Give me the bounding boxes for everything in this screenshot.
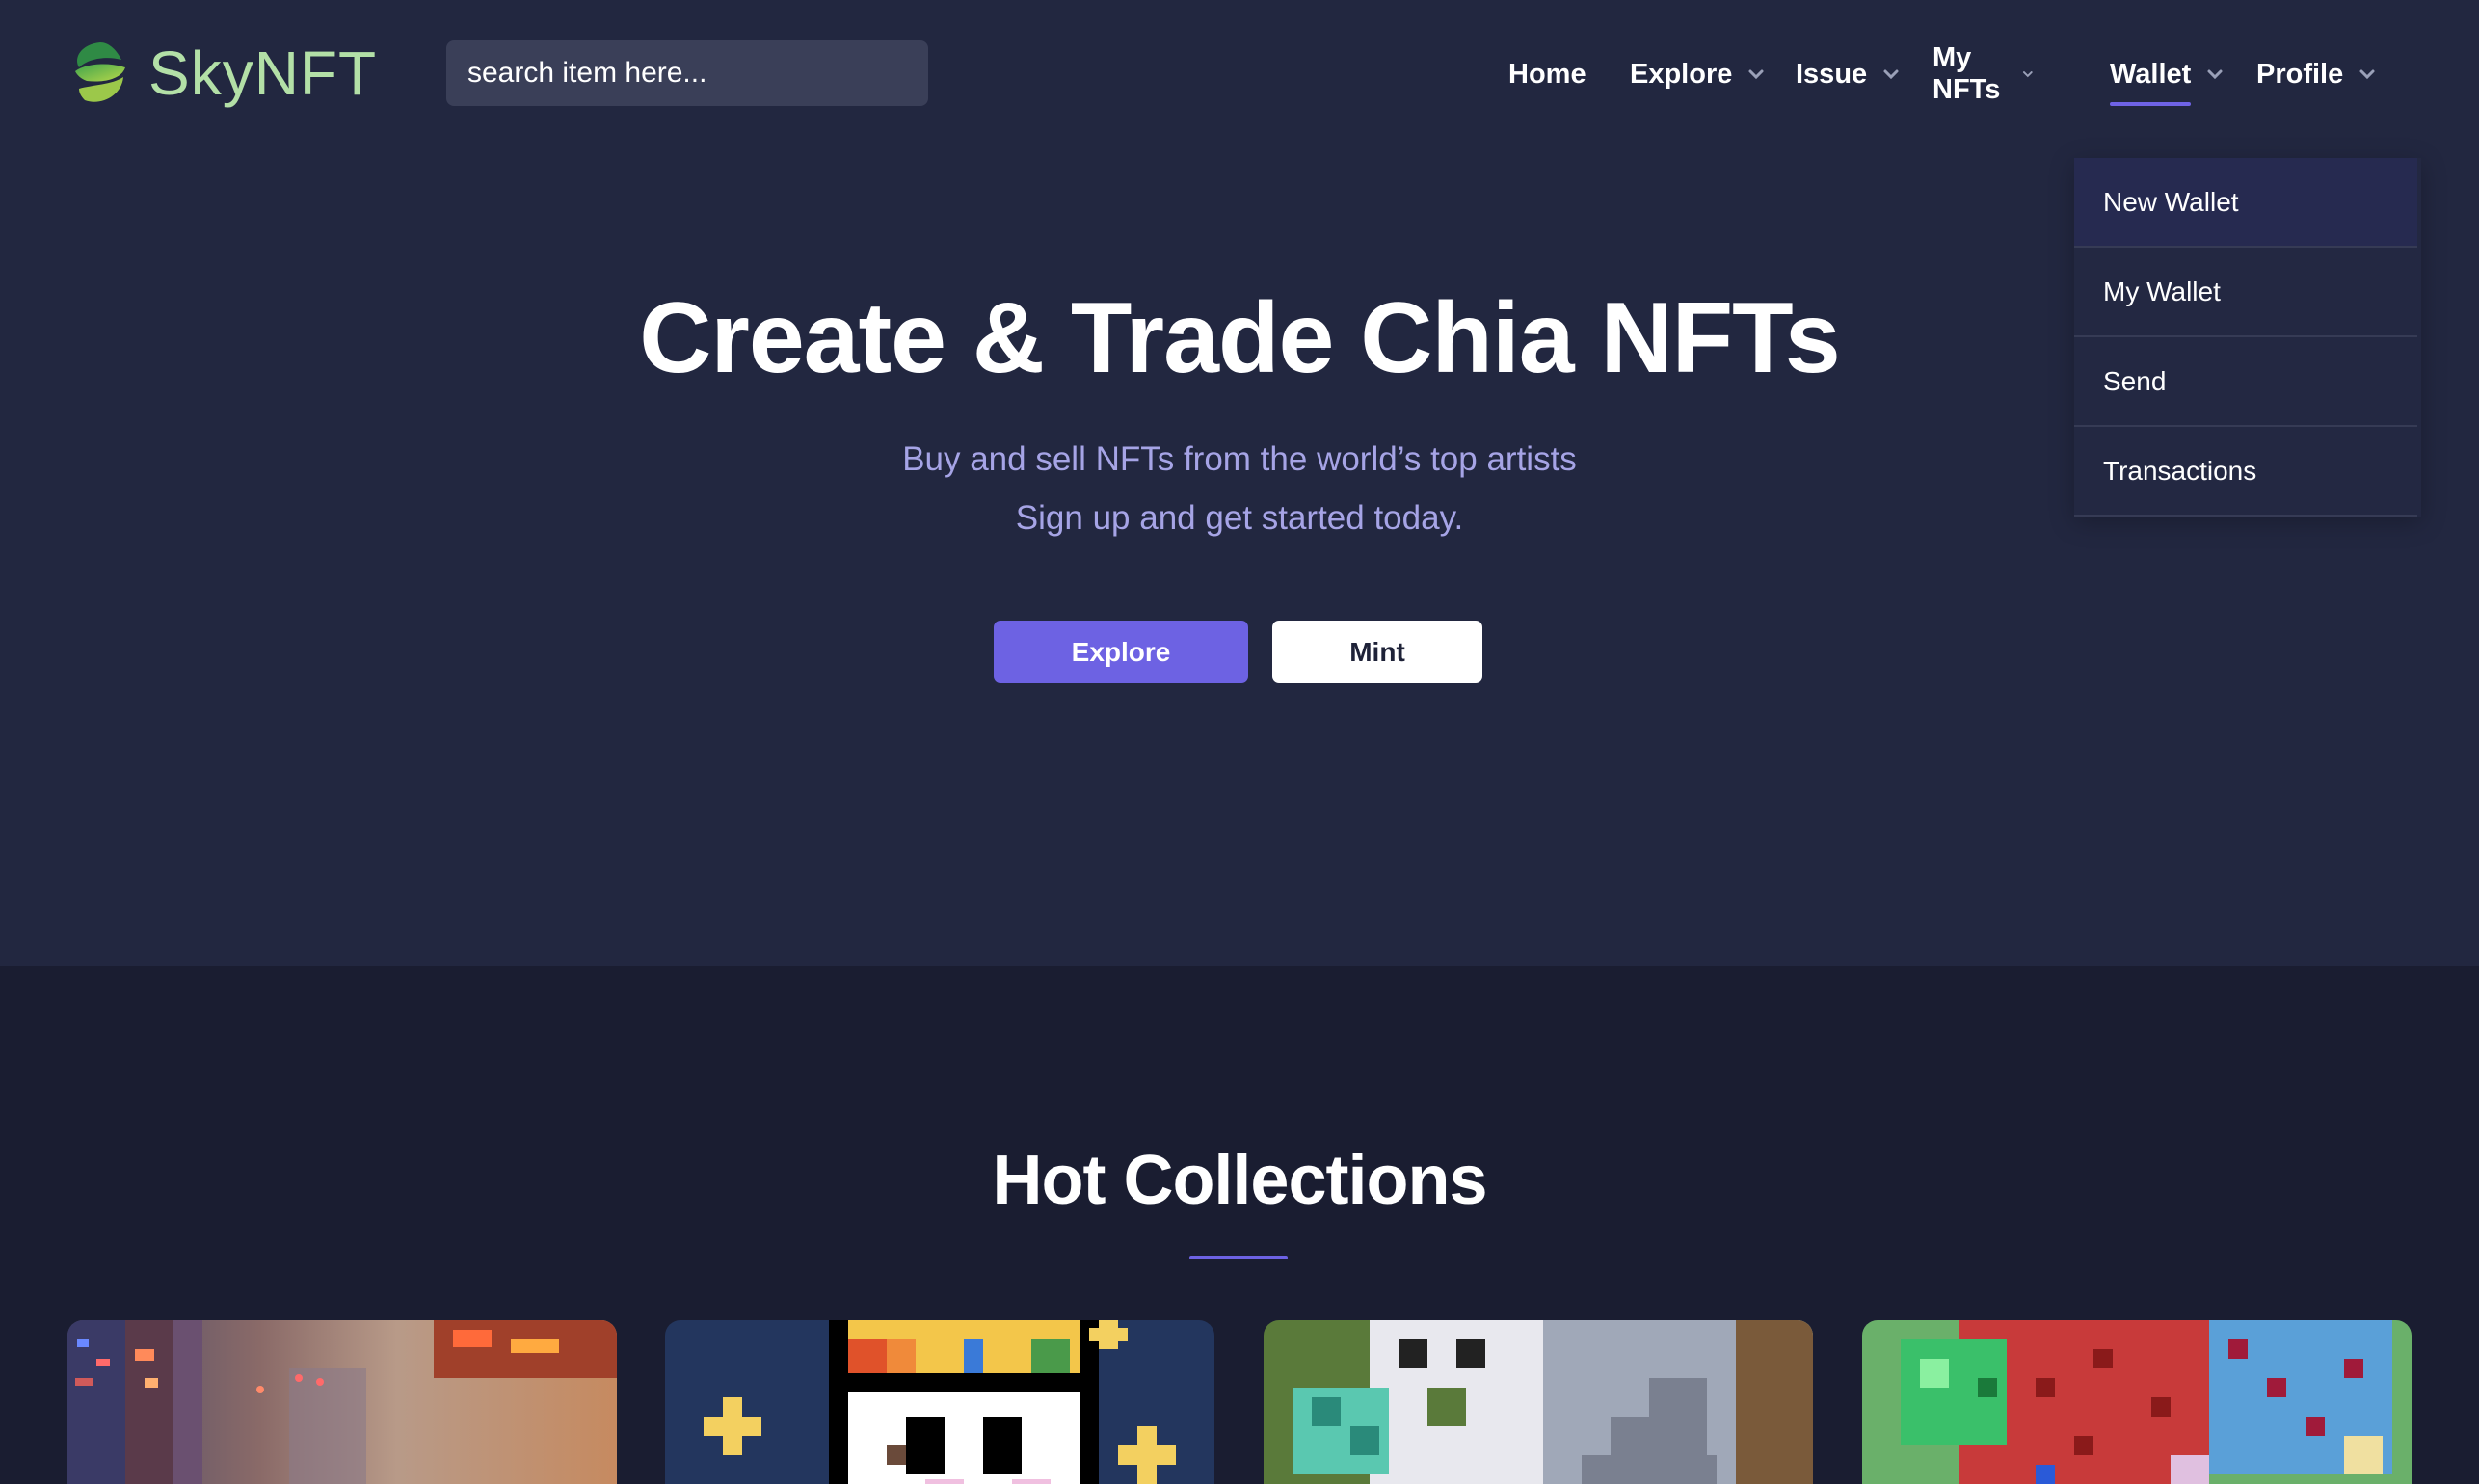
- nav-wallet[interactable]: Wallet: [2110, 50, 2224, 106]
- wallet-dropdown-menu: New Wallet My Wallet Send Transactions: [2074, 158, 2421, 517]
- chevron-down-icon: [1748, 69, 1764, 80]
- nav-profile-label: Profile: [2256, 58, 2344, 90]
- collection-card-city[interactable]: [67, 1320, 617, 1484]
- hot-collections-title: Hot Collections: [992, 1142, 1487, 1219]
- collection-image-city: [67, 1320, 617, 1484]
- menu-item-my-wallet[interactable]: My Wallet: [2074, 248, 2417, 337]
- nav-issue-label: Issue: [1796, 58, 1868, 90]
- collection-card-pixel-creature[interactable]: [1264, 1320, 1813, 1484]
- menu-item-new-wallet[interactable]: New Wallet: [2074, 158, 2417, 248]
- brand-name: SkyNFT: [148, 39, 378, 108]
- title-underline: [1189, 1256, 1288, 1259]
- header: SkyNFT Home Explore Issue My NFTs Wallet…: [0, 0, 2479, 145]
- nav-explore-label: Explore: [1630, 58, 1733, 90]
- brand-logo[interactable]: SkyNFT: [66, 37, 377, 110]
- hot-collections-section: Hot Collections: [0, 966, 2479, 1484]
- collection-image-pixel-garden: [1862, 1320, 2412, 1484]
- chevron-down-icon: [2022, 71, 2033, 78]
- collection-image-pixel-cat: [665, 1320, 1214, 1484]
- menu-item-send[interactable]: Send: [2074, 337, 2417, 427]
- nav-my-nfts-label: My NFTs: [1933, 42, 2001, 105]
- nav-profile[interactable]: Profile: [2256, 50, 2376, 98]
- chevron-down-icon: [2359, 69, 2375, 80]
- collection-image-pixel-creature: [1264, 1320, 1813, 1484]
- leaf-swirl-logo-icon: [75, 42, 125, 102]
- mint-button[interactable]: Mint: [1272, 621, 1482, 683]
- nav-home-label: Home: [1508, 58, 1586, 90]
- nav-issue[interactable]: Issue: [1796, 50, 1900, 98]
- nav-explore[interactable]: Explore: [1630, 50, 1765, 98]
- search-input[interactable]: [446, 40, 928, 106]
- collection-card-pixel-cat[interactable]: [665, 1320, 1214, 1484]
- collection-card-pixel-garden[interactable]: [1862, 1320, 2412, 1484]
- explore-button[interactable]: Explore: [994, 621, 1248, 683]
- chevron-down-icon: [2207, 69, 2223, 80]
- menu-item-transactions[interactable]: Transactions: [2074, 427, 2417, 517]
- nav-wallet-label: Wallet: [2110, 58, 2192, 106]
- nav-my-nfts[interactable]: My NFTs: [1933, 42, 2033, 105]
- nav-home[interactable]: Home: [1508, 50, 1586, 98]
- chevron-down-icon: [1883, 69, 1899, 80]
